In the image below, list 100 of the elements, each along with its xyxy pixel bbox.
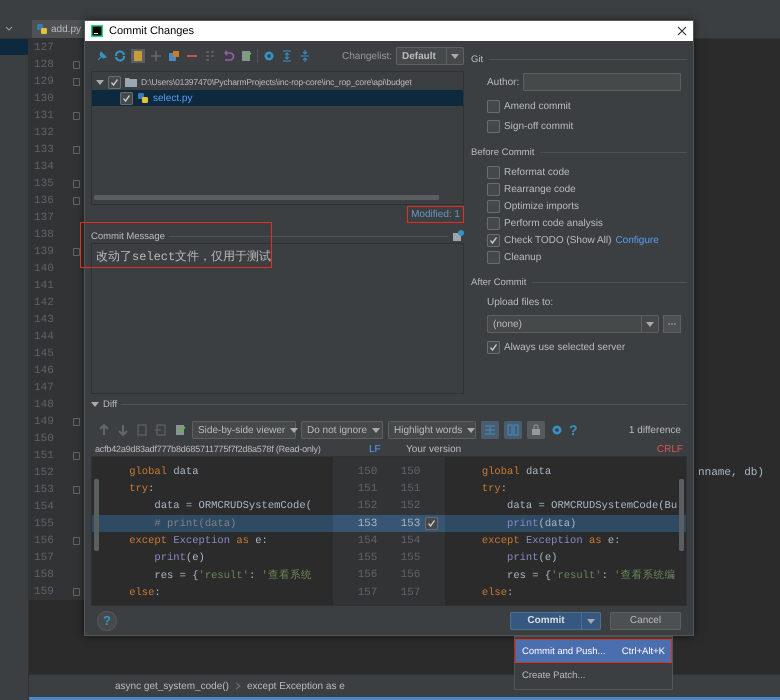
fold-marker[interactable] [73,60,80,68]
checkbox[interactable] [108,76,121,88]
viewer-dropdown[interactable]: Side-by-side viewer [192,421,296,439]
left-version-title: acfb42a9d83adf777b8d685711775f7f2d8a578f (Read-only) [94,444,322,454]
checkbox[interactable] [487,183,500,196]
columns-toggle[interactable] [504,421,522,439]
breadcrumb[interactable]: except Exception as e [246,680,345,692]
checkbox[interactable] [120,92,133,104]
highlight-dropdown[interactable]: Highlight words [388,421,476,439]
dropdown-arrow-icon[interactable] [587,616,595,624]
fold-marker[interactable] [73,452,80,460]
checkbox[interactable] [487,251,500,264]
close-icon[interactable] [677,26,687,36]
dropdown-arrow-icon[interactable] [646,320,654,328]
up-arrow-icon[interactable] [97,423,111,437]
commit-message-field[interactable]: 改动了select文件，仅用于测试 [91,243,464,394]
chevron-icon [234,682,241,690]
option-label: Perform code analysis [504,218,603,229]
fold-marker[interactable] [73,248,80,256]
author-label: Author: [487,76,520,88]
settings-icon[interactable] [550,423,564,437]
modified-count: Modified: 1 [407,206,464,222]
shortcut-text: Ctrl+Alt+K [622,646,665,656]
tree-row[interactable]: D:\Users\01397470\PycharmProjects\inc-rop-core\inc_rop_core\api\budget [92,74,463,90]
upload-label: Upload files to: [487,297,554,308]
fold-marker[interactable] [73,196,80,204]
list-icon[interactable] [203,49,217,63]
code-line: data = ORMCRUDSystemCode(Bu [506,500,678,512]
commit-button[interactable]: Commit [510,612,601,630]
code-line: res = {'result': '查看系统编 [506,568,676,582]
ignore-dropdown[interactable]: Do not ignore [301,421,383,439]
python-file-icon [36,23,48,35]
diff-icon[interactable] [167,49,181,63]
fold-marker[interactable] [73,588,80,596]
scrollbar[interactable] [94,479,99,551]
pin-icon[interactable] [95,49,109,63]
settings-icon[interactable] [262,49,276,63]
lock-toggle[interactable] [527,421,545,439]
fold-marker[interactable] [73,180,80,188]
section-title: Before Commit [471,146,534,158]
browse-button[interactable] [663,315,681,333]
option-label: Amend commit [504,100,571,112]
changelist-dropdown[interactable]: Default [396,47,464,65]
checkbox[interactable] [487,100,500,112]
history-icon[interactable] [452,230,464,242]
cancel-button[interactable]: Cancel [610,612,681,630]
checkbox[interactable] [487,217,500,230]
dropdown-arrow-icon[interactable] [467,426,476,434]
help-button[interactable]: ? [97,610,117,630]
option-label: Rearrange code [504,184,576,195]
menu-item[interactable]: Commit and Push... Ctrl+Alt+K [515,639,672,663]
dropdown-arrow-icon[interactable] [451,52,459,60]
folder-icon [125,77,137,87]
code-line: else: [480,586,514,599]
fold-marker[interactable] [73,536,80,544]
fold-marker[interactable] [73,418,80,426]
checkbox[interactable] [487,234,500,247]
fold-marker[interactable] [73,78,80,86]
columns-icon [507,424,519,436]
align-toggle[interactable] [481,421,499,439]
edit-icon[interactable] [173,423,187,437]
breadcrumb[interactable]: async get_system_code() [115,680,229,692]
caret-icon[interactable] [91,400,99,408]
document-icon[interactable] [131,49,145,63]
line-ending: LF [368,444,382,454]
scrollbar[interactable] [94,195,439,200]
fold-marker[interactable] [73,112,80,120]
code-line: res = {'result': '查看系统 [153,568,312,582]
fold-marker[interactable] [73,146,80,154]
code-line: print(e) [153,552,205,564]
configure-link[interactable]: Configure [615,235,659,246]
document-icon[interactable] [154,423,168,437]
checkbox[interactable] [487,166,500,179]
server-dropdown[interactable]: (none) [487,315,659,333]
menu-item[interactable]: Create Patch... [515,663,672,687]
difference-count: 1 difference [628,424,681,436]
caret-icon[interactable] [96,78,104,86]
refresh-icon[interactable] [113,49,127,63]
checkbox[interactable] [487,200,500,213]
section-title: Diff [103,398,118,410]
dropdown-arrow-icon[interactable] [290,426,298,434]
code-line: try: [128,482,154,495]
down-arrow-icon[interactable] [116,423,130,437]
checkbox[interactable] [487,341,500,354]
expand-icon[interactable] [280,49,294,63]
author-field[interactable] [523,73,681,91]
dropdown-arrow-icon[interactable] [372,426,380,434]
editor-tab[interactable]: add.py [32,20,86,38]
plus-icon[interactable] [149,49,163,63]
code-line: except Exception as e: [480,534,620,547]
code-line: try: [480,482,508,495]
collapse-all-icon[interactable] [298,49,312,63]
checkbox[interactable] [425,517,438,530]
document-icon[interactable] [135,423,149,437]
checkbox[interactable] [487,120,500,132]
scrollbar[interactable] [679,479,684,551]
tree-row[interactable]: select.py [92,90,463,106]
fold-marker[interactable] [73,486,80,494]
help-icon[interactable]: ? [569,422,578,438]
shelf-icon[interactable] [239,49,253,63]
